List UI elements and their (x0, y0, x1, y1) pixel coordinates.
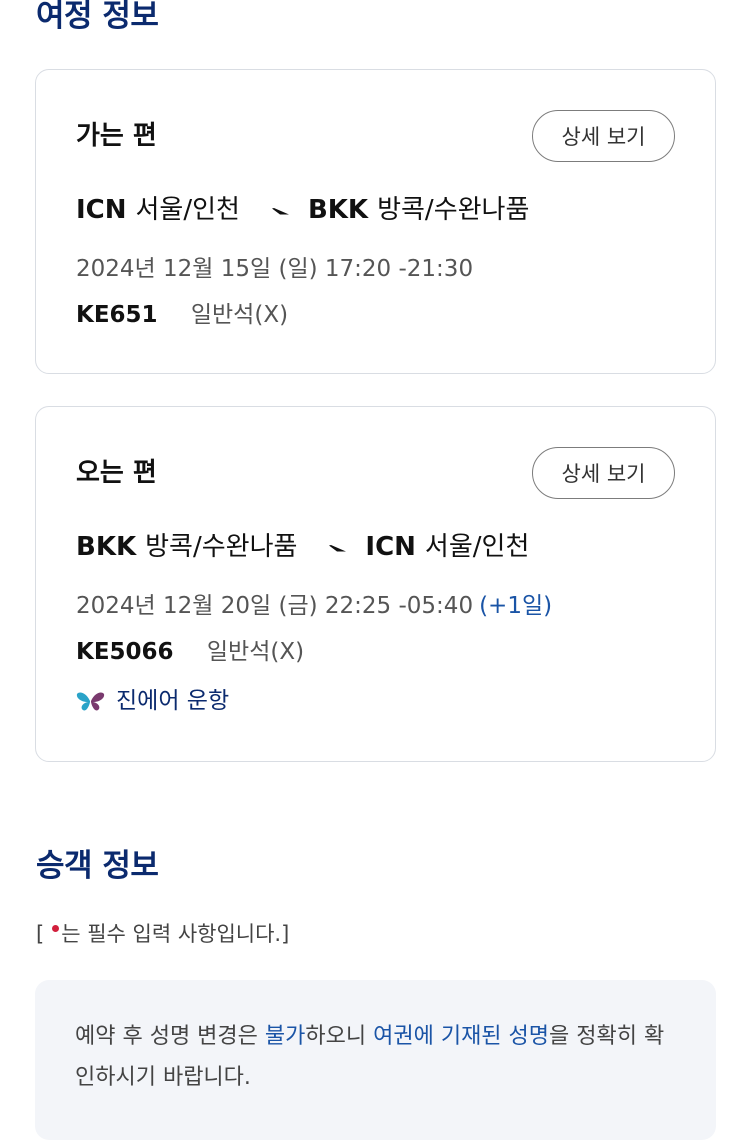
passenger-section-title: 승객 정보 (36, 848, 159, 884)
inbound-heading: 오는 편 (76, 458, 157, 488)
jinair-butterfly-logo-icon (76, 689, 106, 713)
notice-text-2: 하오니 (305, 1024, 374, 1049)
operator-label: 진에어 운항 (116, 687, 230, 714)
required-dot-icon (52, 925, 60, 932)
outbound-origin-city: 서울/인천 (135, 195, 240, 225)
notice-text-1: 예약 후 성명 변경은 (75, 1024, 265, 1049)
outbound-cabin-class: 일반석(X) (190, 302, 289, 328)
inbound-origin-city: 방콕/수완나품 (145, 532, 298, 562)
name-change-notice: 예약 후 성명 변경은 불가하오니 여권에 기재된 성명을 정확히 확인하시기 … (35, 980, 716, 1140)
inbound-schedule: 2024년 12월 20일 (금) 22:25 -05:40 (+1일) (76, 595, 552, 618)
outbound-destination-code: BKK (307, 195, 369, 225)
inbound-detail-button[interactable]: 상세 보기 (532, 447, 675, 499)
inbound-route: BKK 방콕/수완나품 ICN 서울/인천 (76, 534, 529, 560)
outbound-route: ICN 서울/인천 BKK 방콕/수완나품 (76, 197, 529, 223)
required-note-bracket: [ (36, 922, 45, 946)
notice-highlight-unavailable: 불가 (264, 1024, 306, 1049)
outbound-schedule: 2024년 12월 15일 (일) 17:20 -21:30 (76, 256, 474, 282)
outbound-flight-info: KE651 일반석(X) (76, 304, 288, 327)
outbound-destination-city: 방콕/수완나품 (377, 195, 530, 225)
outbound-origin-code: ICN (76, 195, 127, 225)
notice-highlight-passport-name: 여권에 기재된 성명 (373, 1024, 550, 1049)
operating-carrier: 진에어 운항 (76, 689, 229, 713)
inbound-flight-number: KE5066 (76, 639, 174, 665)
inbound-flight-info: KE5066 일반석(X) (76, 641, 304, 664)
required-field-note: [ 는 필수 입력 사항입니다.] (36, 924, 289, 945)
inbound-flight-card: 오는 편 상세 보기 BKK 방콕/수완나품 ICN 서울/인천 2024년 1… (35, 406, 716, 762)
outbound-detail-button[interactable]: 상세 보기 (532, 110, 675, 162)
outbound-heading: 가는 편 (76, 121, 157, 151)
plane-arrow-icon (315, 534, 347, 560)
plane-arrow-icon (258, 197, 290, 223)
itinerary-section-title: 여정 정보 (36, 0, 159, 34)
inbound-destination-code: ICN (365, 532, 416, 562)
required-note-text: 는 필수 입력 사항입니다.] (61, 922, 290, 946)
outbound-flight-card: 가는 편 상세 보기 ICN 서울/인천 BKK 방콕/수완나품 2024년 1… (35, 69, 716, 374)
outbound-flight-number: KE651 (76, 302, 158, 328)
inbound-destination-city: 서울/인천 (424, 532, 530, 562)
inbound-origin-code: BKK (76, 532, 137, 562)
inbound-date-time: 2024년 12월 20일 (금) 22:25 -05:40 (76, 593, 474, 619)
inbound-cabin-class: 일반석(X) (206, 639, 305, 665)
next-day-badge: (+1일) (479, 593, 553, 619)
